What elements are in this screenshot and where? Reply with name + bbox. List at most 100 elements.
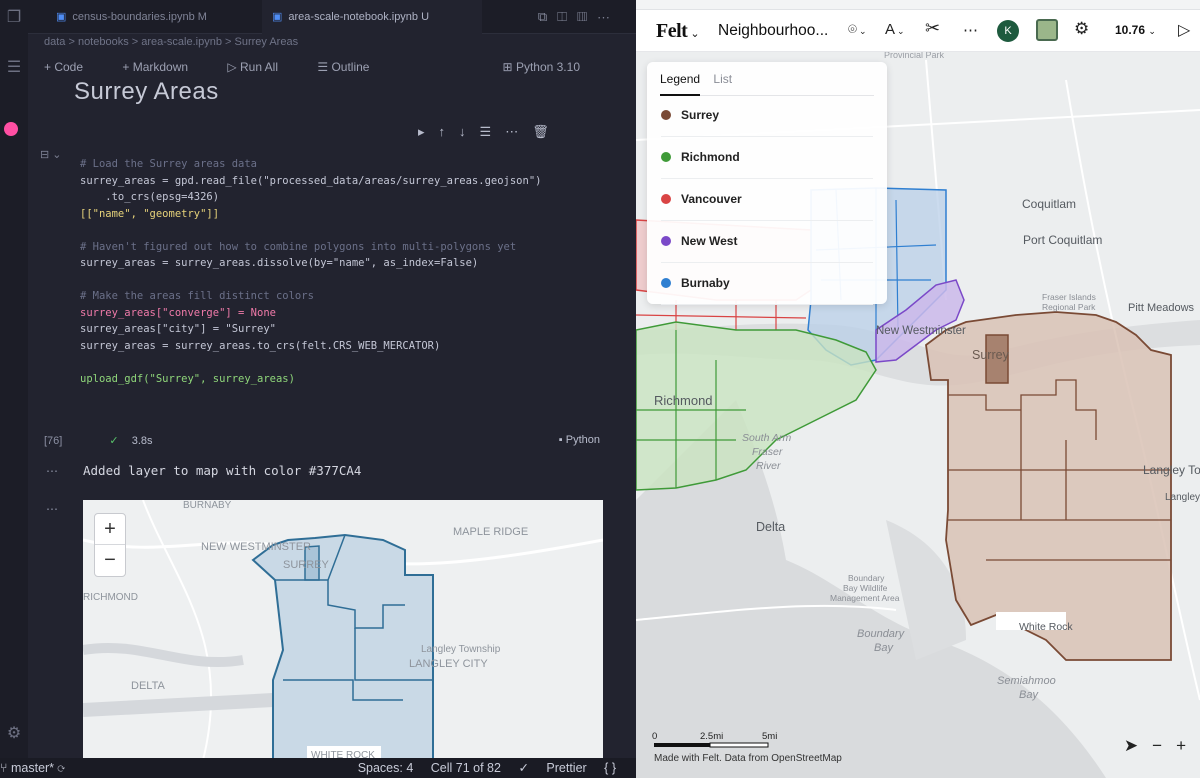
legend-item-burnaby[interactable]: Burnaby <box>661 263 873 305</box>
legend-item-label: New West <box>681 234 738 248</box>
scissors-tool[interactable]: ✂ <box>925 18 940 39</box>
tab-label: area-scale-notebook.ipynb U <box>288 11 430 23</box>
map-title[interactable]: Neighbourhoo... <box>718 22 828 40</box>
tab-list[interactable]: List <box>713 72 732 96</box>
map-label-richmond: Richmond <box>654 393 713 408</box>
code-line: surrey_areas = surrey_areas.to_crs(felt.… <box>80 339 441 352</box>
sync-icon[interactable]: ⟳ <box>58 761 66 775</box>
map-label-new-westminster: New Westminster <box>876 325 966 337</box>
cell-position-status[interactable]: Cell 71 of 82 <box>431 761 501 775</box>
breadcrumb[interactable]: data > notebooks > area-scale.ipynb > Su… <box>44 36 298 48</box>
settings-gear-icon[interactable]: ⚙ <box>4 724 24 744</box>
map-attribution[interactable]: Made with Felt. Data from OpenStreetMap <box>654 753 842 764</box>
execute-below-icon[interactable]: ↓ <box>459 124 480 139</box>
legend-item-vancouver[interactable]: Vancouver <box>661 179 873 221</box>
map-label-new-westminster: NEW WESTMINSTER <box>201 541 311 553</box>
zoom-out-button[interactable]: − <box>95 545 125 576</box>
code-cell-editor[interactable]: # Load the Surrey areas data surrey_areas… <box>80 156 620 428</box>
delete-cell-icon[interactable]: 🗑 <box>532 124 563 139</box>
zoom-in-icon[interactable]: + <box>1176 736 1186 755</box>
text-tool[interactable]: A ⌄ <box>885 21 905 38</box>
compare-icon[interactable]: ⧉ <box>538 9 557 24</box>
map-label-langley-township: Langley To <box>1143 463 1200 477</box>
text-icon: A <box>885 21 896 38</box>
legend-item-label: Burnaby <box>681 276 730 290</box>
more-actions-icon[interactable]: ⋯ <box>597 9 620 24</box>
code-line: # Make the areas fill distinct colors <box>80 290 314 302</box>
legend-item-new-west[interactable]: New West <box>661 221 873 263</box>
layout-icon[interactable]: ▥ <box>577 9 597 24</box>
add-markdown-cell-button[interactable]: + Markdown <box>122 60 206 74</box>
explorer-icon[interactable]: ❐ <box>4 8 24 28</box>
code-line: surrey_areas = surrey_areas.dissolve(by=… <box>80 257 479 269</box>
run-by-line-icon[interactable]: ▸ <box>418 124 439 139</box>
map-label-boundary-bay: Boundary <box>857 628 906 640</box>
browser-top-strip <box>636 0 1200 10</box>
cell-status-row: [76] ✓ 3.8s ▪ Python <box>44 434 624 450</box>
scale-bar: 0 2.5mi 5mi <box>652 730 812 750</box>
tab-legend[interactable]: Legend <box>660 72 701 96</box>
cell-collapse-toggle[interactable]: ⊟ ⌄ <box>40 148 62 161</box>
map-label-richmond: RICHMOND <box>83 592 138 603</box>
felt-logo-menu[interactable]: Felt ⌄ <box>656 20 700 43</box>
kernel-picker[interactable]: ⊞ Python 3.10 <box>503 60 598 74</box>
split-editor-icon[interactable]: ◫ <box>557 9 577 24</box>
language-mode-status[interactable]: { } <box>604 761 616 775</box>
legend-swatch <box>661 152 671 162</box>
tab-census-boundaries[interactable]: ▣ census-boundaries.ipynb M <box>46 0 246 34</box>
settings-button[interactable]: ⚙ <box>1074 19 1089 39</box>
prettier-label: Prettier <box>546 761 587 775</box>
map-label-coquitlam: Coquitlam <box>1022 197 1076 211</box>
map-label-white-rock: White Rock <box>1019 621 1073 633</box>
outline-button[interactable]: ☰ Outline <box>317 60 387 74</box>
map-label-fraser: Fraser <box>752 446 783 458</box>
legend-swatch <box>661 236 671 246</box>
prettier-status[interactable]: ✓ Prettier <box>518 761 586 775</box>
tab-area-scale-notebook[interactable]: ▣ area-scale-notebook.ipynb U <box>262 0 482 34</box>
execution-duration: 3.8s <box>131 435 153 447</box>
execute-above-icon[interactable]: ↑ <box>439 124 460 139</box>
zoom-in-button[interactable]: + <box>95 514 125 545</box>
map-label-delta: Delta <box>756 520 785 534</box>
search-icon[interactable]: ☰ <box>4 58 24 78</box>
map-label-boundary-bay-wma: Bay Wildlife <box>843 583 888 593</box>
screen: ❐ ☰ ⚙ ▣ census-boundaries.ipynb M ▣ area-s… <box>0 0 1200 778</box>
basemap-switcher[interactable] <box>1036 19 1058 41</box>
notification-badge <box>4 122 18 136</box>
map-label-maple-ridge: MAPLE RIDGE <box>453 526 528 538</box>
legend-item-richmond[interactable]: Richmond <box>661 137 873 179</box>
gear-icon: ⚙ <box>1074 19 1090 38</box>
folium-map-output[interactable]: BURNABY NEW WESTMINSTER MAPLE RIDGE SURR… <box>83 500 603 760</box>
present-button[interactable]: ▷ <box>1178 20 1190 40</box>
more-tools-button[interactable]: ⋯ <box>963 21 978 39</box>
pin-tool[interactable]: ⌾ ⌄ <box>848 21 867 38</box>
legend-item-surrey[interactable]: Surrey <box>661 95 873 137</box>
zoom-level-selector[interactable]: 10.76 ⌄ <box>1115 23 1156 37</box>
avatar[interactable]: K <box>997 20 1019 42</box>
more-icon[interactable]: ⋯ <box>505 124 532 139</box>
map-label-river: River <box>756 460 781 472</box>
felt-toolbar: Felt ⌄ Neighbourhoo... ⌾ ⌄ A ⌄ ✂ ⋯ K ⚙ 10.7… <box>636 10 1200 52</box>
git-branch-label: master* <box>10 761 55 775</box>
cell-language-picker[interactable]: ▪ Python <box>559 434 600 446</box>
indentation-status[interactable]: Spaces: 4 <box>358 761 414 775</box>
output-actions-icon[interactable]: ⋯ <box>46 502 58 516</box>
notebook-file-icon: ▣ <box>272 11 283 23</box>
play-icon: ▷ <box>1178 22 1191 39</box>
map-label-boundary-bay-wma: Management Area <box>830 593 900 603</box>
zoom-out-icon[interactable]: − <box>1152 736 1162 755</box>
output-actions-icon[interactable]: ⋯ <box>46 464 58 478</box>
map-label-langley: Langley <box>1165 492 1200 503</box>
map-pin-icon: ⌾ <box>848 21 858 38</box>
status-bar-right: Spaces: 4 Cell 71 of 82 ✓ Prettier { } <box>344 758 616 778</box>
locate-me-icon[interactable]: ➤ <box>1124 736 1138 755</box>
code-line: # Load the Surrey areas data <box>80 158 258 170</box>
split-cell-icon[interactable]: ☰ <box>480 124 506 139</box>
run-all-button[interactable]: ▷ Run All <box>227 60 296 74</box>
more-icon: ⋯ <box>963 22 978 39</box>
add-code-cell-button[interactable]: + Code <box>44 60 101 74</box>
git-branch-status[interactable]: ⑂ master* ⟳ <box>0 758 65 778</box>
code-line: surrey_areas["city"] = "Surrey" <box>80 323 276 335</box>
